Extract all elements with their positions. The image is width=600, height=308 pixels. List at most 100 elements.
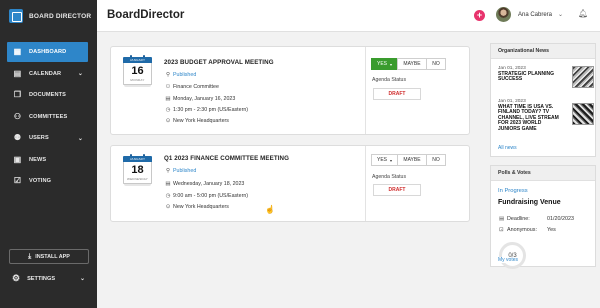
sidebar-nav: ▦ DASHBOARD ▤ CALENDAR ⌄ ❐ DOCUMENTS ⚇ C…	[0, 42, 97, 193]
pin-icon: ⚲	[165, 168, 171, 174]
calendar-date-badge: JANUARY 16 MONDAY	[123, 55, 152, 87]
download-icon: ⤓	[28, 252, 32, 260]
board-director-logo-icon	[9, 9, 23, 23]
poll-status: In Progress	[498, 188, 528, 194]
sidebar-item-label: DOCUMENTS	[29, 92, 66, 98]
rsvp-yes-button[interactable]: YES ▾	[371, 58, 398, 70]
meeting-location: ⊙ New York Headquarters	[165, 118, 229, 124]
rsvp-maybe-button[interactable]: MAYBE	[397, 154, 427, 166]
sidebar: BOARD DIRECTOR ▦ DASHBOARD ▤ CALENDAR ⌄ …	[0, 0, 97, 308]
rsvp-no-button[interactable]: NO	[426, 58, 446, 70]
clock-icon: ◷	[165, 107, 171, 113]
news-item[interactable]: Jan 01, 2023 STRATEGIC PLANNING SUCCESS	[498, 66, 594, 88]
page-title: BoardDirector	[107, 9, 185, 21]
news-item[interactable]: Jan 01, 2023 WHAT TIME IS USA VS. FINLAN…	[498, 99, 594, 132]
sidebar-item-settings[interactable]: ⚙ SETTINGS ⌄	[12, 273, 92, 284]
clock-icon: ◷	[165, 193, 171, 199]
location-icon: ⊙	[165, 204, 171, 210]
committees-icon: ⚇	[13, 111, 22, 121]
brand[interactable]: BOARD DIRECTOR	[0, 0, 97, 32]
app-name: BOARD DIRECTOR	[29, 12, 92, 20]
news-title[interactable]: STRATEGIC PLANNING SUCCESS	[498, 71, 562, 83]
meeting-status: ⚲ Published	[165, 72, 197, 78]
calendar-icon: ▤	[165, 181, 171, 187]
calendar-weekday: MONDAY	[130, 78, 145, 82]
rsvp-maybe-button[interactable]: MAYBE	[397, 58, 427, 70]
meeting-title[interactable]: Q1 2023 FINANCE COMMITTEE MEETING	[164, 155, 289, 162]
chevron-down-icon[interactable]: ⌄	[558, 11, 563, 18]
poll-progress-ring: 0/3	[499, 242, 526, 269]
panel-heading: Organizational News	[491, 44, 595, 59]
panel-heading: Polls & Votes	[491, 166, 595, 181]
meeting-title[interactable]: 2023 BUDGET APPROVAL MEETING	[164, 59, 274, 66]
sidebar-item-voting[interactable]: ☑ VOTING	[0, 171, 97, 191]
agenda-status-badge[interactable]: DRAFT	[373, 184, 421, 196]
caret-down-icon: ▾	[390, 61, 393, 67]
add-button[interactable]: +	[474, 10, 485, 21]
sidebar-item-label: VOTING	[29, 178, 52, 184]
sidebar-item-documents[interactable]: ❐ DOCUMENTS	[0, 85, 97, 105]
sidebar-item-users[interactable]: ⚉ USERS ⌄	[0, 128, 97, 148]
calendar-weekday: WEDNESDAY	[127, 177, 148, 181]
sidebar-item-label: NEWS	[29, 156, 47, 163]
voting-icon: ☑	[13, 176, 22, 185]
rsvp-no-button[interactable]: NO	[426, 154, 446, 166]
sidebar-item-label: USERS	[29, 135, 49, 141]
news-thumbnail[interactable]	[572, 103, 594, 125]
users-icon: ⚉	[13, 133, 22, 142]
documents-icon: ❐	[13, 90, 22, 99]
sidebar-item-label: DASHBOARD	[29, 49, 67, 55]
poll-title[interactable]: Fundraising Venue	[498, 199, 561, 206]
sidebar-item-committees[interactable]: ⚇ COMMITTEES	[0, 107, 97, 127]
caret-down-icon: ▾	[390, 157, 393, 163]
sidebar-item-label: SETTINGS	[27, 275, 56, 282]
sidebar-item-calendar[interactable]: ▤ CALENDAR ⌄	[0, 64, 97, 84]
news-thumbnail[interactable]	[572, 66, 594, 88]
agenda-status-badge[interactable]: DRAFT	[373, 88, 421, 100]
news-title[interactable]: WHAT TIME IS USA VS. FINLAND TODAY? TV C…	[498, 104, 562, 132]
card-divider	[365, 47, 366, 134]
gear-icon: ⚙	[12, 273, 21, 283]
rsvp-yes-button[interactable]: YES ▾	[371, 154, 398, 166]
calendar-date-badge: JANUARY 18 WEDNESDAY	[123, 154, 152, 186]
top-header: BoardDirector + Ana Cabrera ⌄ 🔔︎	[97, 0, 600, 32]
chevron-down-icon[interactable]: ⌄	[78, 70, 83, 77]
user-name[interactable]: Ana Cabrera	[518, 12, 552, 18]
meeting-date: ▤ Wednesday, January 18, 2023	[165, 181, 245, 187]
sidebar-item-news[interactable]: ▣ NEWS	[0, 150, 97, 170]
calendar-day: 16	[131, 65, 144, 77]
bell-icon[interactable]: 🔔︎	[578, 9, 588, 18]
mouse-cursor-icon: ☝	[265, 205, 275, 214]
meeting-committee: ⚇ Finance Committee	[165, 84, 219, 90]
poll-anonymous: ⊡ Anonymous: Yes	[499, 227, 556, 233]
meeting-card[interactable]: JANUARY 18 WEDNESDAY Q1 2023 FINANCE COM…	[110, 145, 470, 222]
meeting-status: ⚲ Published	[165, 168, 197, 174]
meeting-card[interactable]: JANUARY 16 MONDAY 2023 BUDGET APPROVAL M…	[110, 46, 470, 135]
pin-icon: ⚲	[165, 72, 171, 78]
chevron-down-icon[interactable]: ⌄	[80, 275, 85, 282]
location-icon: ⊙	[165, 118, 171, 124]
polls-votes-panel: Polls & Votes In Progress Fundraising Ve…	[490, 165, 596, 269]
calendar-day: 18	[131, 164, 144, 176]
dashboard-icon: ▦	[13, 47, 22, 56]
calendar-icon: ▤	[13, 68, 22, 78]
my-votes-link[interactable]: My votes	[498, 257, 521, 263]
organizational-news-panel: Organizational News Jan 01, 2023 STRATEG…	[490, 43, 596, 157]
meeting-location: ⊙ New York Headquarters	[165, 204, 229, 210]
card-divider	[365, 146, 366, 221]
all-news-link[interactable]: All news	[498, 145, 517, 151]
news-icon: ▣	[13, 154, 22, 164]
meeting-time: ◷ 9:00 am - 5:00 pm (US/Eastern)	[165, 193, 249, 199]
rsvp-group: YES ▾ MAYBE NO	[371, 154, 446, 166]
chevron-down-icon[interactable]: ⌄	[78, 135, 83, 142]
avatar[interactable]	[496, 7, 511, 22]
committee-icon: ⚇	[165, 84, 171, 90]
agenda-status-label: Agenda Status	[372, 174, 407, 180]
calendar-icon: ▤	[165, 96, 171, 102]
sidebar-item-label: CALENDAR	[29, 70, 62, 77]
rsvp-group: YES ▾ MAYBE NO	[371, 58, 446, 70]
sidebar-item-dashboard[interactable]: ▦ DASHBOARD	[7, 42, 88, 62]
install-app-label: INSTALL APP	[35, 253, 70, 260]
sidebar-item-label: COMMITTEES	[29, 113, 68, 120]
install-app-button[interactable]: ⤓ INSTALL APP	[9, 249, 89, 264]
